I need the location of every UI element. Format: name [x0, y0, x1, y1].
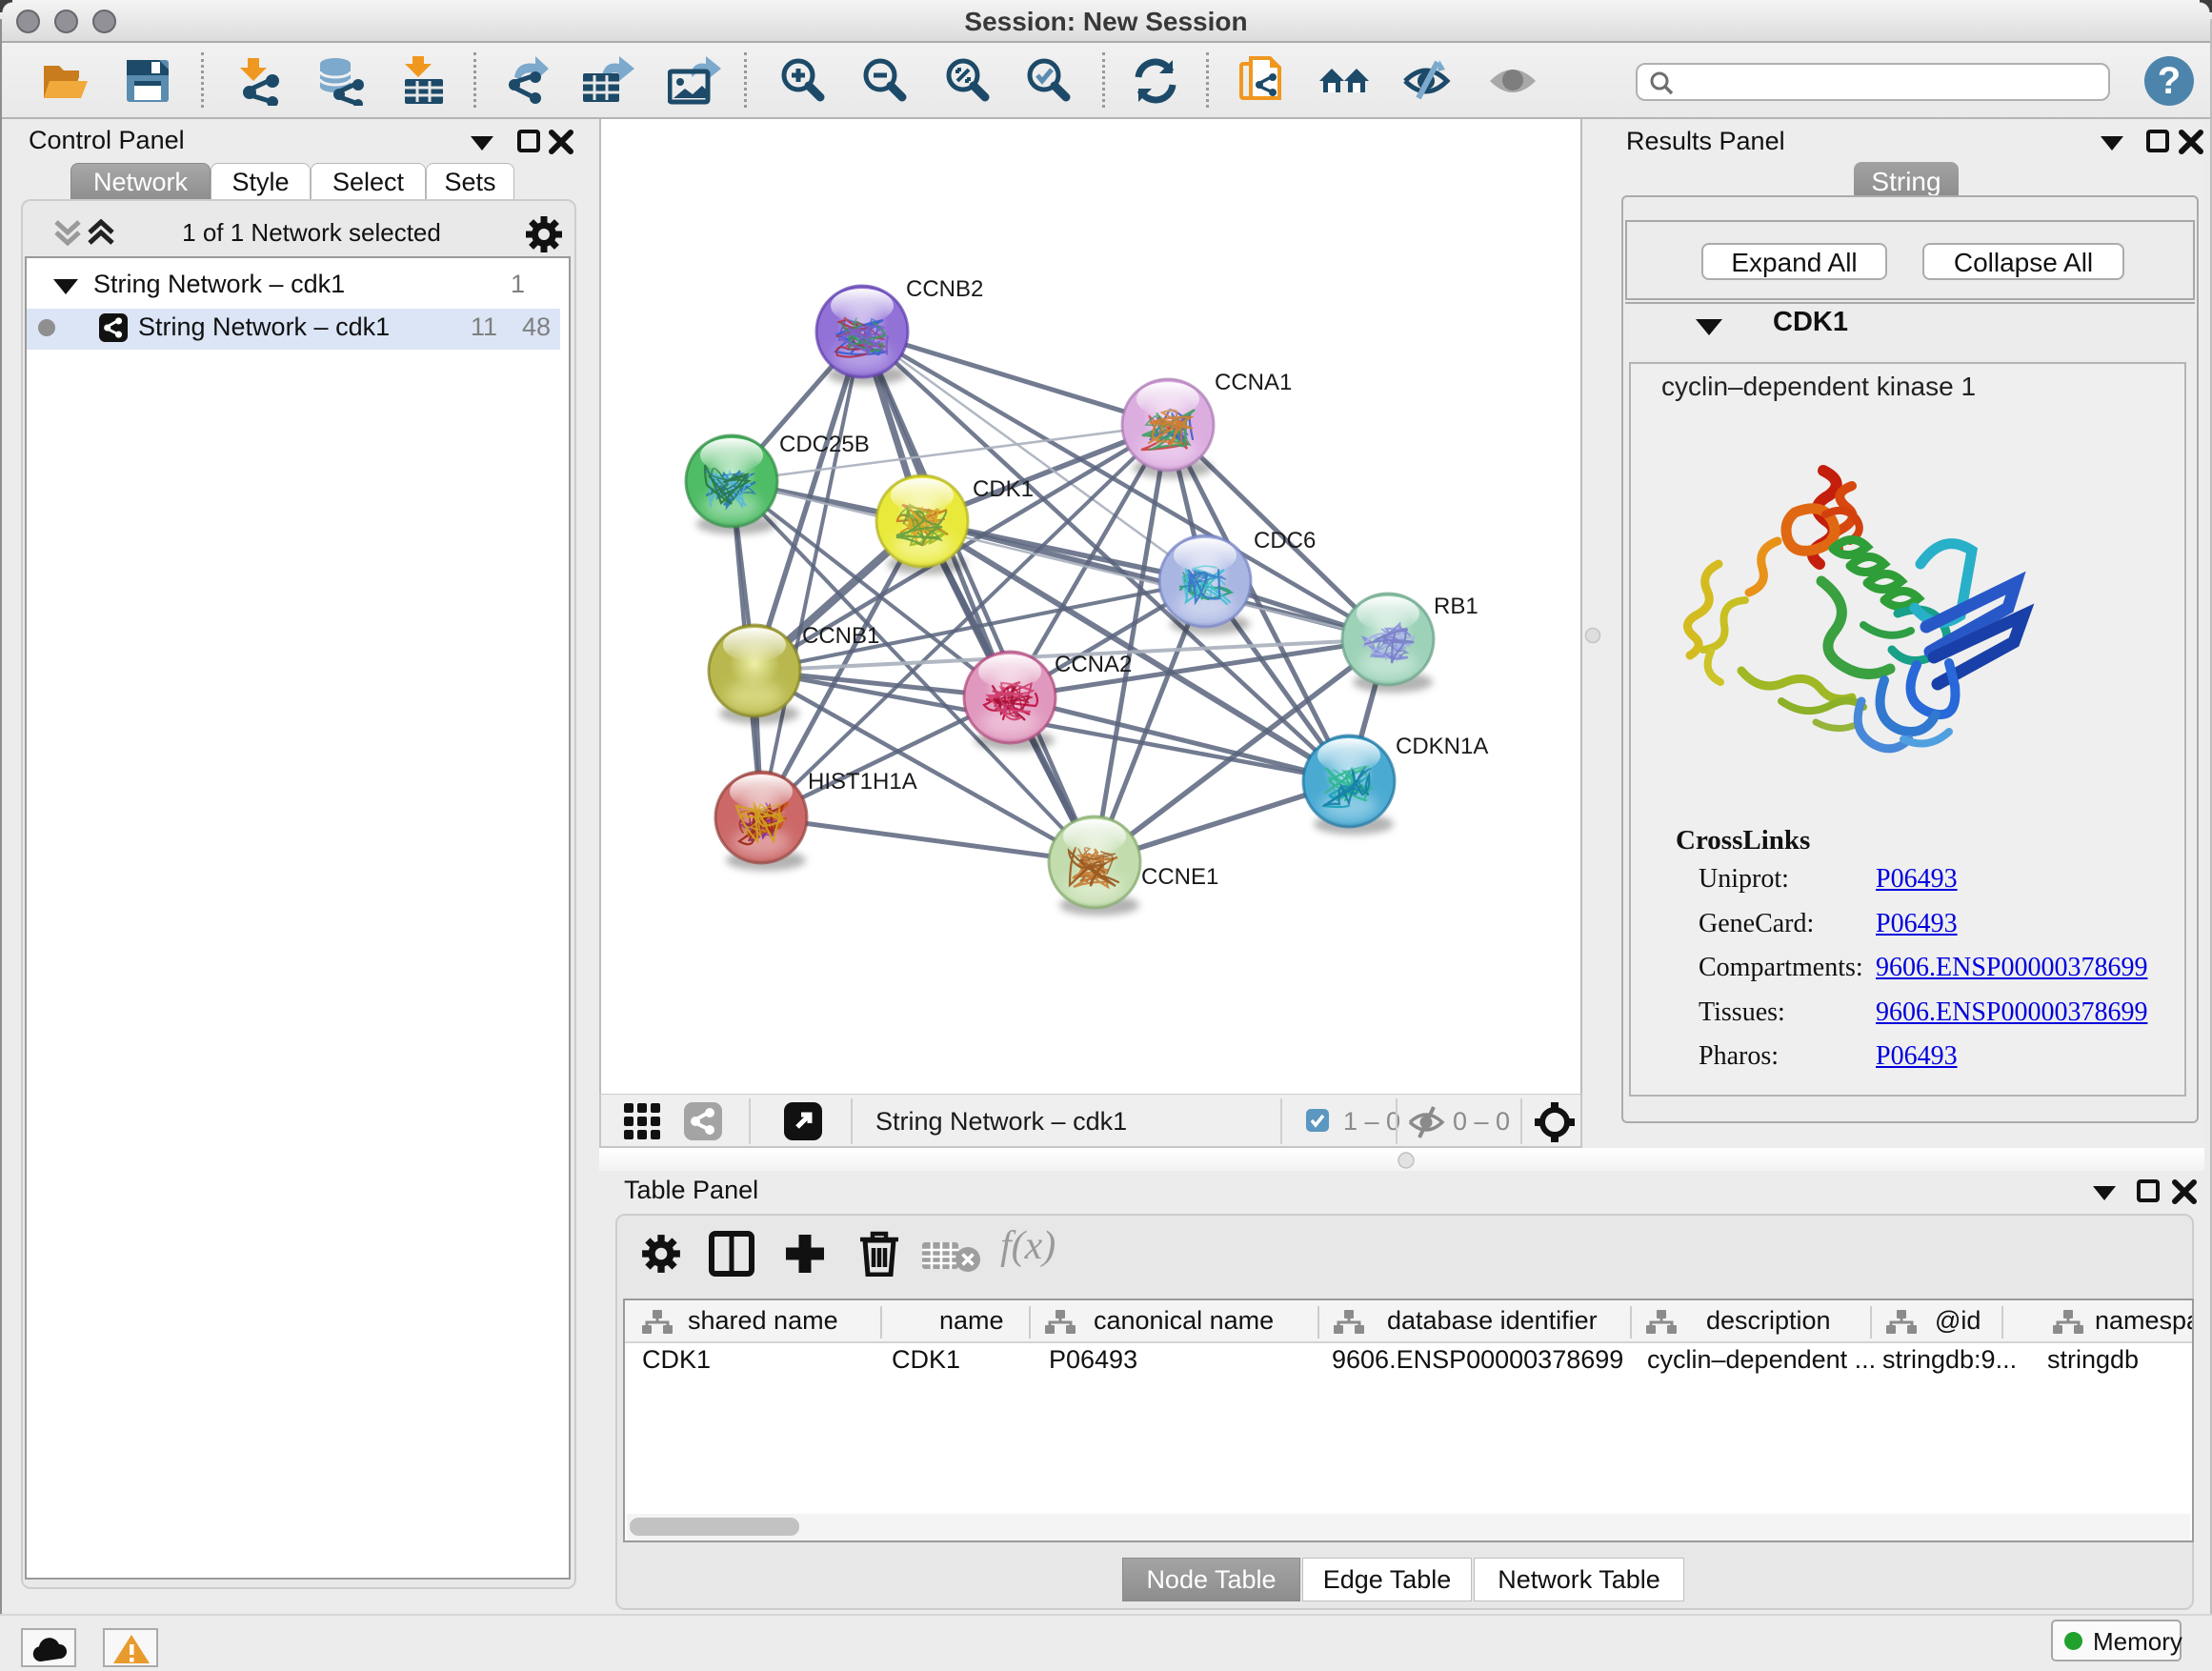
svg-text:RB1: RB1 — [1434, 594, 1478, 619]
svg-text:CDC25B: CDC25B — [779, 432, 870, 457]
svg-text:CCNA1: CCNA1 — [1215, 370, 1292, 395]
svg-text:CDKN1A: CDKN1A — [1396, 734, 1488, 759]
svg-text:CCNB1: CCNB1 — [802, 623, 879, 649]
svg-text:HIST1H1A: HIST1H1A — [808, 769, 917, 795]
svg-text:CDK1: CDK1 — [973, 476, 1034, 502]
svg-text:CDC6: CDC6 — [1254, 528, 1316, 554]
svg-text:CCNA2: CCNA2 — [1055, 652, 1132, 677]
svg-text:CCNE1: CCNE1 — [1141, 864, 1218, 890]
svg-text:CCNB2: CCNB2 — [906, 276, 983, 302]
